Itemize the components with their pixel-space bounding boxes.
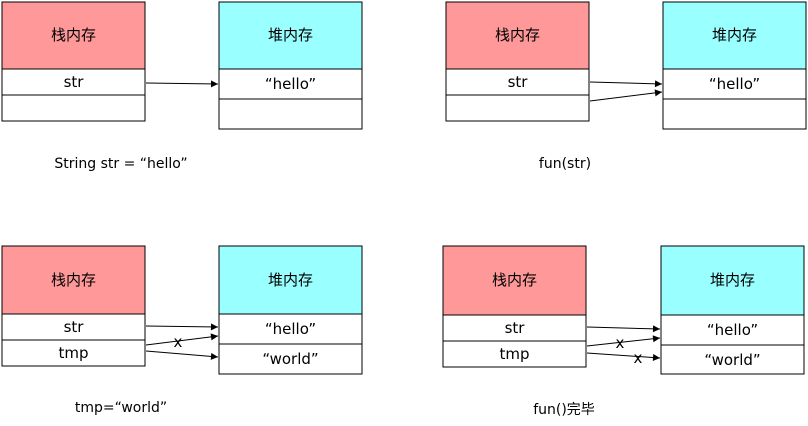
reference-arrow — [145, 80, 219, 88]
panel-caption: tmp=“world” — [75, 400, 167, 416]
heap-row — [218, 98, 363, 130]
reference-arrow — [145, 350, 219, 360]
reference-arrow — [589, 89, 663, 102]
stack-row-label: str — [64, 318, 85, 336]
heap-block: 堆内存 “hello” — [218, 1, 363, 130]
cross-mark: x — [616, 334, 625, 352]
panel-4: 栈内存 str tmp 堆内存 “hello” “world” x x fun(… — [442, 245, 805, 418]
heap-block: 堆内存 “hello” “world” — [660, 245, 805, 375]
heap-row-label: “hello” — [707, 321, 758, 339]
stack-header-label: 栈内存 — [51, 271, 96, 289]
reference-arrow — [586, 325, 661, 333]
heap-header-label: 堆内存 — [712, 26, 757, 44]
heap-header-label: 堆内存 — [268, 271, 313, 289]
stack-header-label: 栈内存 — [495, 26, 540, 44]
cross-mark: x — [174, 333, 183, 351]
stack-block: 栈内存 str tmp — [442, 245, 587, 368]
stack-row-label: str — [505, 319, 526, 337]
stack-row — [445, 94, 590, 122]
stack-row — [1, 94, 146, 122]
memory-diagram: 栈内存 str 堆内存 “hello” String str = “hello”… — [0, 0, 808, 426]
reference-arrow — [589, 80, 663, 88]
stack-row-label: tmp — [58, 344, 88, 362]
heap-row-label: “hello” — [265, 75, 316, 93]
heap-header-label: 堆内存 — [268, 26, 313, 44]
heap-block: 堆内存 “hello” “world” — [218, 245, 363, 375]
stack-block: 栈内存 str tmp — [1, 245, 146, 367]
heap-block: 堆内存 “hello” — [662, 1, 807, 130]
reference-arrow — [145, 323, 219, 331]
panel-caption: String str = “hello” — [54, 156, 187, 172]
stack-block: 栈内存 str — [1, 1, 146, 122]
heap-header-label: 堆内存 — [710, 271, 755, 289]
stack-row-label: str — [508, 73, 529, 91]
stack-block: 栈内存 str — [445, 1, 590, 122]
heap-row-label: “hello” — [709, 75, 760, 93]
panel-caption: fun(str) — [539, 156, 591, 172]
panel-caption: fun()完毕 — [533, 402, 595, 418]
stack-header-label: 栈内存 — [51, 26, 96, 44]
reference-arrow — [586, 352, 661, 362]
cross-mark: x — [634, 349, 643, 367]
heap-row — [662, 98, 807, 130]
stack-header-label: 栈内存 — [492, 271, 537, 289]
panel-1: 栈内存 str 堆内存 “hello” String str = “hello” — [1, 1, 363, 172]
panel-3: 栈内存 str tmp 堆内存 “hello” “world” x tmp=“w… — [1, 245, 363, 416]
heap-row-label: “world” — [704, 351, 760, 369]
heap-row-label: “world” — [262, 350, 318, 368]
heap-row-label: “hello” — [265, 320, 316, 338]
panel-2: 栈内存 str 堆内存 “hello” fun(str) — [445, 1, 807, 172]
stack-row-label: tmp — [499, 345, 529, 363]
stack-row-label: str — [64, 73, 85, 91]
